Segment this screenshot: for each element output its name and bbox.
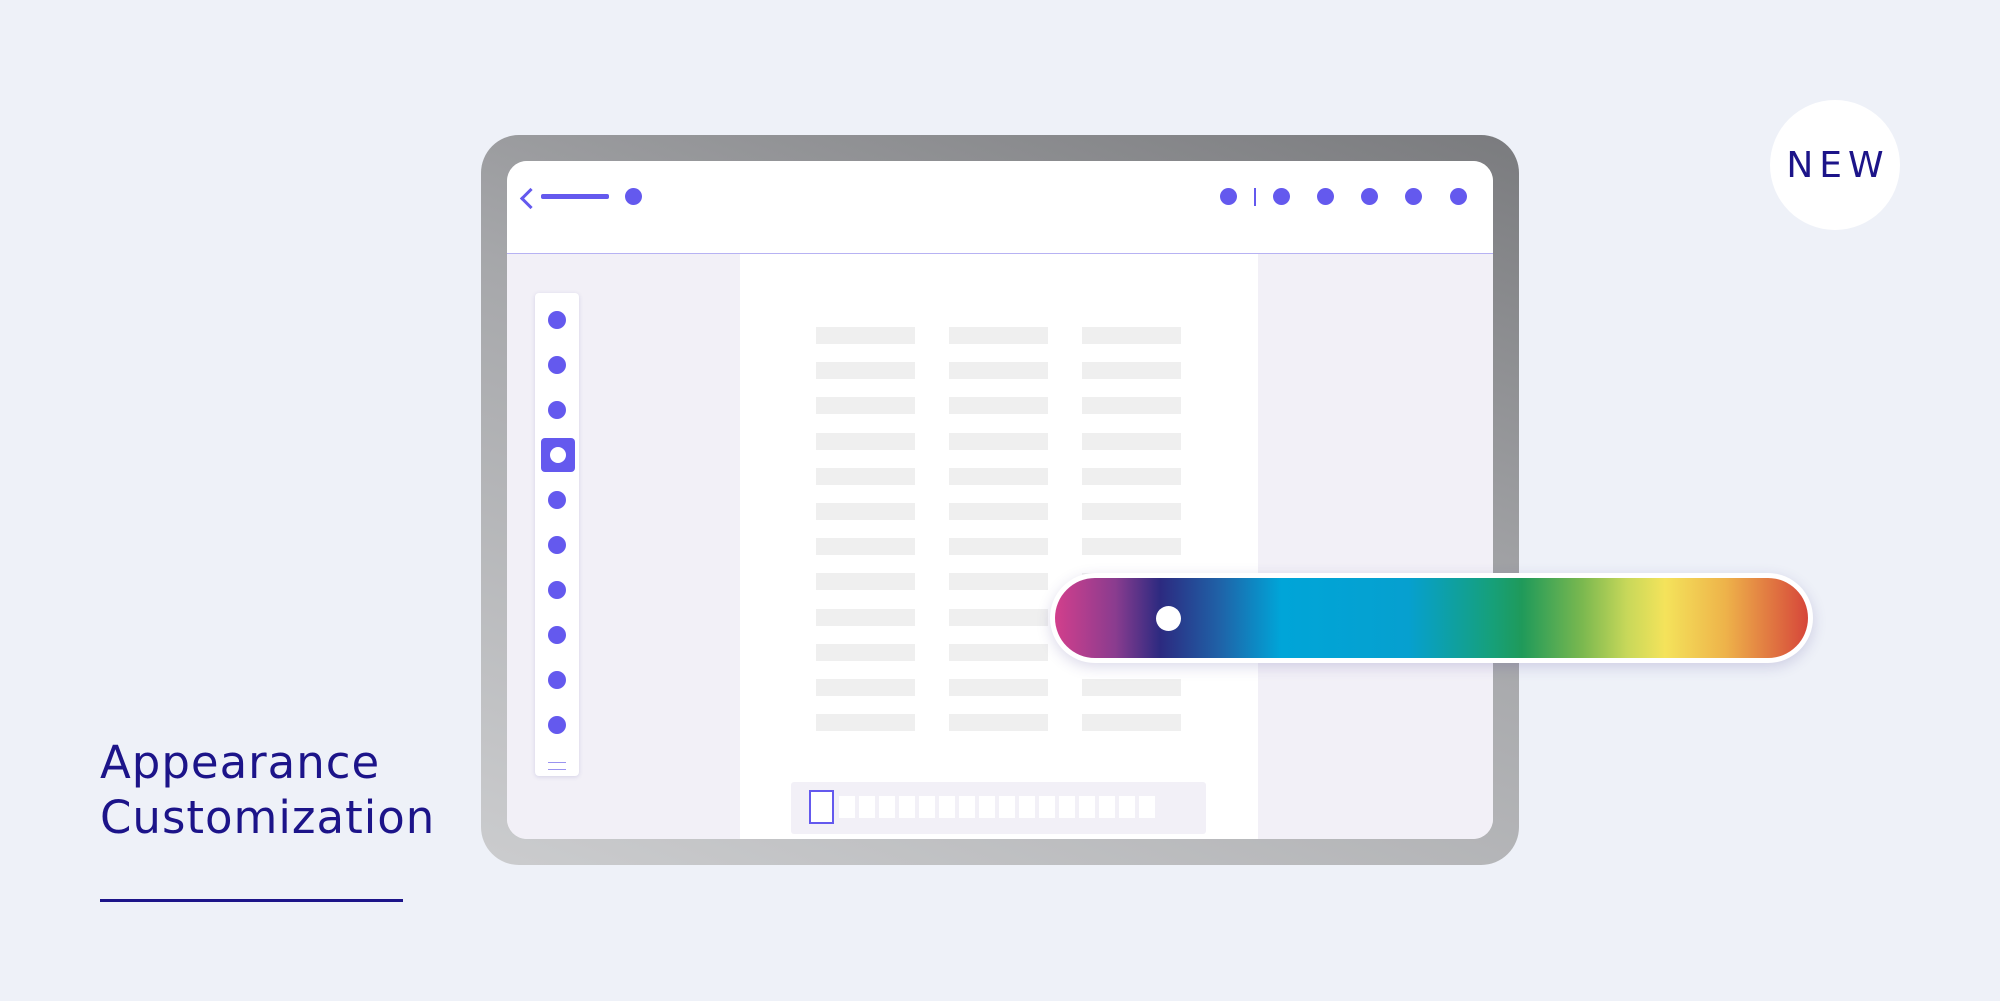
tablet-device-frame — [481, 135, 1519, 865]
page-navigator — [791, 782, 1206, 834]
page-thumbnail[interactable] — [879, 796, 895, 818]
placeholder-cell — [949, 432, 1048, 450]
placeholder-cell — [1082, 538, 1181, 556]
toolbar-dot-icon[interactable] — [1273, 188, 1290, 205]
placeholder-cell — [816, 397, 915, 415]
toolbar-dot-icon[interactable] — [1450, 188, 1467, 205]
toolbar-dot-icon[interactable] — [1317, 188, 1334, 205]
vertical-tool-palette — [535, 293, 579, 776]
placeholder-cell — [1082, 327, 1181, 344]
placeholder-cell — [949, 467, 1048, 485]
active-tool-button[interactable] — [541, 438, 575, 472]
page-thumbnail[interactable] — [939, 796, 955, 818]
menu-lines-icon[interactable] — [548, 762, 566, 770]
toolbar-dot-icon[interactable] — [1220, 188, 1237, 205]
placeholder-cell — [949, 538, 1048, 556]
tool-dot-icon[interactable] — [548, 536, 566, 554]
headline-line-2: Customization — [100, 791, 436, 844]
feature-headline: Appearance Customization — [100, 735, 435, 845]
page-thumbnail[interactable] — [1019, 796, 1035, 818]
page-thumbnail[interactable] — [839, 796, 855, 818]
page-thumbnail[interactable] — [1039, 796, 1055, 818]
placeholder-cell — [816, 503, 915, 520]
placeholder-cell — [949, 397, 1048, 415]
page-thumbnail[interactable] — [1099, 796, 1115, 818]
tool-dot-icon[interactable] — [548, 716, 566, 734]
placeholder-cell — [949, 362, 1048, 380]
headline-line-1: Appearance — [100, 736, 381, 789]
placeholder-cell — [816, 643, 915, 661]
page-thumbnail[interactable] — [979, 796, 995, 818]
placeholder-cell — [1082, 679, 1181, 696]
page-thumbnail[interactable] — [1059, 796, 1075, 818]
toolbar-dot-icon[interactable] — [1361, 188, 1378, 205]
tool-dot-icon[interactable] — [548, 401, 566, 419]
placeholder-cell — [949, 327, 1048, 344]
tool-dot-icon[interactable] — [548, 581, 566, 599]
placeholder-cell — [949, 503, 1048, 520]
tool-dot-icon[interactable] — [548, 356, 566, 374]
placeholder-cell — [816, 573, 915, 591]
page-thumbnail[interactable] — [919, 796, 935, 818]
placeholder-cell — [816, 467, 915, 485]
placeholder-cell — [949, 679, 1048, 696]
placeholder-cell — [816, 327, 915, 344]
placeholder-cell — [949, 714, 1048, 732]
placeholder-cell — [949, 643, 1048, 661]
tool-dot-icon[interactable] — [548, 311, 566, 329]
app-top-bar — [507, 161, 1493, 254]
tool-dot-icon[interactable] — [548, 671, 566, 689]
new-badge-label: NEW — [1786, 144, 1890, 186]
placeholder-cell — [949, 573, 1048, 591]
headline-underline — [100, 899, 403, 902]
page-thumbnail[interactable] — [899, 796, 915, 818]
page-thumbnail[interactable] — [859, 796, 875, 818]
page-thumbnail[interactable] — [1139, 796, 1155, 818]
placeholder-cell — [816, 608, 915, 626]
tool-dot-icon[interactable] — [548, 491, 566, 509]
status-dot-icon — [625, 188, 642, 205]
back-chevron-icon[interactable] — [519, 187, 542, 210]
placeholder-cell — [816, 432, 915, 450]
placeholder-cell — [1082, 432, 1181, 450]
placeholder-cell — [949, 608, 1048, 626]
title-placeholder — [541, 194, 609, 199]
placeholder-cell — [816, 538, 915, 556]
color-slider-thumb[interactable] — [1156, 606, 1181, 631]
placeholder-cell — [1082, 714, 1181, 732]
toolbar-divider — [1254, 188, 1256, 206]
selected-page-thumbnail[interactable] — [809, 790, 834, 824]
placeholder-cell — [1082, 397, 1181, 415]
new-badge: NEW — [1770, 100, 1900, 230]
tablet-screen — [507, 161, 1493, 839]
placeholder-cell — [1082, 467, 1181, 485]
placeholder-cell — [1082, 503, 1181, 520]
page-thumbnail[interactable] — [999, 796, 1015, 818]
placeholder-cell — [1082, 362, 1181, 380]
toolbar-dot-icon[interactable] — [1405, 188, 1422, 205]
placeholder-cell — [816, 679, 915, 696]
right-sidebar-panel — [1258, 254, 1493, 839]
tool-dot-icon[interactable] — [548, 626, 566, 644]
page-thumbnail[interactable] — [1119, 796, 1135, 818]
page-thumbnail[interactable] — [959, 796, 975, 818]
placeholder-cell — [816, 362, 915, 380]
page-thumbnail[interactable] — [1079, 796, 1095, 818]
placeholder-cell — [816, 714, 915, 732]
